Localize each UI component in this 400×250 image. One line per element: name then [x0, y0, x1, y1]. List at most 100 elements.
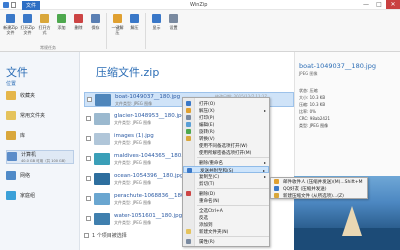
network-icon: [6, 171, 16, 180]
settings-button[interactable]: 设置: [166, 12, 181, 46]
preview-info: 状态: 压缩: [299, 88, 318, 93]
nav-item-homegroup[interactable]: 家庭组: [6, 190, 74, 202]
nav-item-label: 库: [20, 133, 26, 139]
view-label: 显示: [152, 25, 161, 30]
menu-item-label: 重命名(N): [199, 199, 220, 204]
menu-separator: [197, 188, 269, 189]
submenu-item-label: 新建压缩文件 (从所选项)...(Z): [283, 194, 344, 199]
preview-info: 比率: 0%: [299, 109, 316, 114]
preview-info: 压缩: 10.3 KB: [299, 102, 326, 107]
nav-item-label: 网络: [20, 173, 31, 179]
nav-item-label: 计算机: [21, 152, 37, 158]
file-type: 文件类型: JPEG 图像: [114, 200, 152, 205]
save-icon: [91, 14, 100, 23]
close-button[interactable]: ✕: [386, 0, 400, 9]
nav-item-network[interactable]: 网络: [6, 170, 74, 182]
menu-item-extract[interactable]: 解压(X) ▸: [183, 107, 269, 114]
file-type: 文件类型: JPEG 图像: [114, 140, 152, 145]
nav-item-common-folders[interactable]: 常用文件夹: [6, 110, 74, 122]
file-name: glacier-1048953__180.jpg: [114, 113, 185, 119]
menu-separator: [197, 157, 269, 158]
menu-item-new-folder[interactable]: 新建文件夹(N): [183, 228, 269, 235]
menu-item-label: 属性(R): [199, 240, 215, 245]
one-click-extract-button[interactable]: 一键解压: [110, 12, 125, 46]
add-label: 添加: [57, 25, 66, 30]
menu-item-delete-rename[interactable]: 删除/重命名 ▸: [183, 159, 269, 166]
open-zip-button[interactable]: 打开Zip文件: [20, 12, 35, 46]
computer-icon: [7, 152, 17, 161]
menu-item-edit[interactable]: 编辑(E): [183, 121, 269, 128]
menu-item-send-to[interactable]: 发送并附至和(S) ▸: [183, 166, 269, 174]
row-checkbox[interactable]: [86, 216, 91, 221]
maximize-button[interactable]: □: [373, 0, 385, 9]
menu-item-add-to[interactable]: 添加到: [183, 221, 269, 228]
extract-icon: [186, 108, 191, 113]
send-to-submenu: 邮件收件人 (压缩并发送)(M)...Shift+M QQ好友 (压缩并发送) …: [270, 177, 368, 199]
nav-item-label: 收藏夹: [20, 93, 36, 99]
extract-icon: [113, 14, 122, 23]
new-zip-button[interactable]: 新建Zip文件: [3, 12, 18, 46]
menu-item-rotate[interactable]: 旋转(R): [183, 128, 269, 135]
preview-file-name: boat-1049037__180.jpg: [299, 62, 376, 70]
open-with-button[interactable]: 打开方式: [37, 12, 52, 46]
row-checkbox[interactable]: [86, 116, 91, 121]
view-button[interactable]: 显示: [149, 12, 164, 46]
unzip-button[interactable]: 解压: [127, 12, 142, 46]
file-name: boat-1049037__180.jpg: [115, 94, 181, 100]
ribbon-separator: [145, 13, 146, 49]
delete-button[interactable]: 删除: [71, 12, 86, 46]
submenu-item-mail[interactable]: 邮件收件人 (压缩并发送)(M)...Shift+M: [271, 178, 367, 185]
properties-icon: [186, 239, 191, 244]
nav-item-label: 家庭组: [20, 193, 36, 199]
preview-boat: [342, 206, 362, 236]
homegroup-icon: [6, 191, 16, 200]
submenu-item-new-zip[interactable]: 新建压缩文件 (从所选项)...(Z): [271, 192, 367, 199]
thumbnail-image: [94, 153, 110, 165]
file-type: 文件类型: JPEG 图像: [114, 220, 152, 225]
thumbnail-image: [94, 133, 110, 145]
preview-info: 类型: JPEG 图像: [299, 123, 329, 128]
save-button[interactable]: 保存: [88, 12, 103, 46]
row-checkbox[interactable]: [86, 196, 91, 201]
ribbon: 新建Zip文件 打开Zip文件 打开方式 添加 删除 保存 一键解压 解压 显示…: [0, 10, 400, 52]
row-checkbox[interactable]: [87, 97, 92, 102]
menu-item-copy-to[interactable]: 复制至(C) ▸: [183, 173, 269, 180]
mail-icon: [274, 179, 279, 184]
menu-item-open-decrypted[interactable]: 使用所解密备选项打开(M): [183, 149, 269, 156]
menu-item-open-with-options[interactable]: 使用不同备选项打开(W): [183, 142, 269, 149]
row-checkbox[interactable]: [86, 176, 91, 181]
select-all-checkbox[interactable]: [84, 233, 89, 238]
menu-item-select-all[interactable]: 全选Ctrl+A: [183, 207, 269, 214]
row-checkbox[interactable]: [86, 136, 91, 141]
thumbnail-image: [94, 173, 110, 185]
submenu-item-qq[interactable]: QQ好友 (压缩并发送): [271, 185, 367, 192]
submenu-arrow-icon: ▸: [263, 174, 266, 179]
row-checkbox[interactable]: [86, 156, 91, 161]
menu-item-rename[interactable]: 重命名(N): [183, 197, 269, 204]
nav-item-favorites[interactable]: 收藏夹: [6, 90, 74, 102]
menu-item-delete[interactable]: 删除(D): [183, 190, 269, 197]
extract-label: 一键解压: [111, 25, 124, 35]
nav-item-computer[interactable]: 计算机 40.0 GB 可用（共 100 GB）: [6, 150, 74, 164]
open-zip-label: 打开Zip文件: [20, 25, 35, 35]
open-with-icon: [40, 14, 49, 23]
minimize-button[interactable]: —: [360, 0, 372, 9]
menu-item-label: 剪切(T): [199, 182, 215, 187]
save-label: 保存: [91, 25, 100, 30]
menu-item-cut[interactable]: 剪切(T): [183, 180, 269, 187]
submenu-arrow-icon: ▸: [263, 160, 266, 165]
file-name: images (1).jpg: [114, 133, 154, 139]
menu-item-invert-selection[interactable]: 反选: [183, 214, 269, 221]
file-tab[interactable]: 文件: [22, 1, 41, 10]
add-button[interactable]: 添加: [54, 12, 69, 46]
save-quick-icon[interactable]: [11, 2, 16, 8]
preview-file-type: JPEG 图像: [299, 71, 318, 76]
menu-item-open[interactable]: 打开(O): [183, 100, 269, 107]
menu-item-convert[interactable]: 转换(V): [183, 135, 269, 142]
nav-item-library[interactable]: 库: [6, 130, 74, 142]
nav-subtitle: 位置: [6, 81, 17, 87]
menu-item-print[interactable]: 打印(P): [183, 114, 269, 121]
menu-item-properties[interactable]: 属性(R): [183, 238, 269, 245]
folder-icon: [186, 229, 191, 234]
nav-item-sublabel: 40.0 GB 可用（共 100 GB）: [21, 159, 68, 163]
